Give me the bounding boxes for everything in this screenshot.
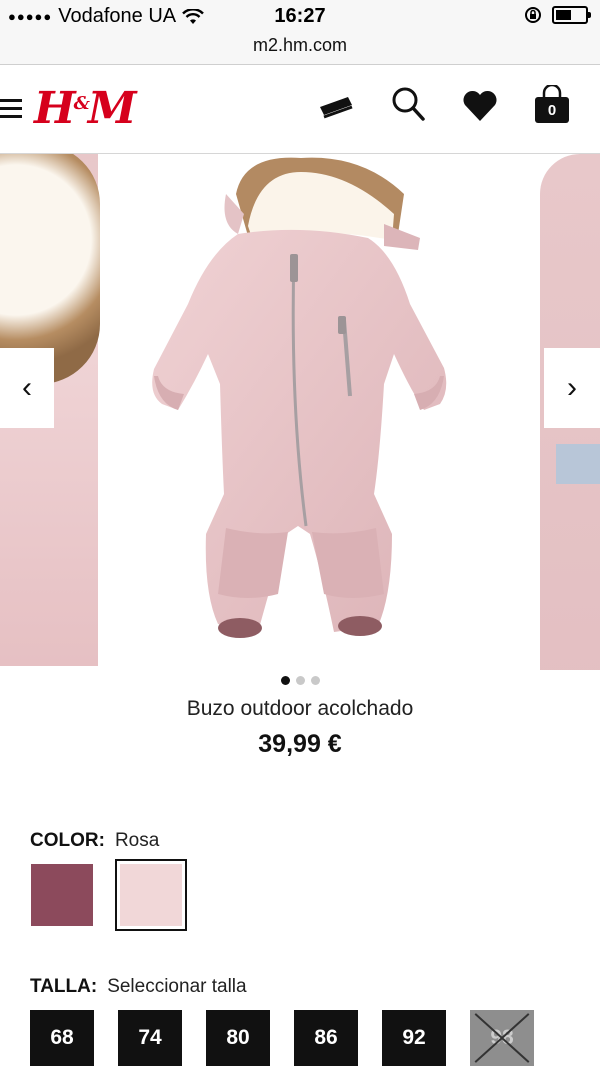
chevron-right-icon: ›: [567, 371, 577, 404]
selected-color: Rosa: [114, 830, 160, 851]
clock: 16:27: [274, 5, 326, 27]
battery-icon: [552, 6, 591, 24]
size-button-74[interactable]: 74: [118, 1010, 182, 1066]
status-bar: ●●●●● Vodafone UA 16:27: [0, 0, 600, 34]
size-button-68[interactable]: 68: [30, 1010, 94, 1066]
hm-logo[interactable]: H&M: [34, 83, 137, 134]
size-selector-text: Seleccionar talla: [107, 976, 247, 997]
size-button-92[interactable]: 92: [382, 1010, 446, 1066]
menu-icon[interactable]: [0, 99, 22, 123]
product-name: Buzo outdoor acolchado: [186, 697, 414, 720]
color-swatch-mauve[interactable]: [31, 864, 93, 926]
product-price: 39,99 €: [258, 730, 342, 758]
carousel-prev-button[interactable]: ‹: [0, 348, 54, 428]
chevron-left-icon: ‹: [22, 371, 32, 404]
search-icon[interactable]: [390, 85, 426, 125]
status-right: [524, 6, 591, 24]
size-button-86[interactable]: 86: [294, 1010, 358, 1066]
card-icon[interactable]: [318, 93, 356, 123]
pagination-dot[interactable]: [280, 676, 290, 685]
product-carousel[interactable]: ‹ ›: [0, 154, 600, 670]
size-button-80[interactable]: 80: [206, 1010, 270, 1066]
size-options: 68 74 80 86 92 98: [30, 1010, 534, 1066]
carousel-pagination: [0, 676, 600, 685]
color-label: COLOR:: [30, 830, 105, 851]
color-swatch-rosa[interactable]: [115, 859, 187, 931]
product-image: [152, 157, 447, 638]
address-bar[interactable]: m2.hm.com: [0, 34, 600, 64]
pagination-dot[interactable]: [310, 676, 320, 685]
color-label-row: COLOR: Rosa: [30, 830, 159, 852]
url-text: m2.hm.com: [252, 35, 348, 55]
bag-count: 0: [547, 102, 557, 119]
size-button-98-unavailable[interactable]: 98: [470, 1010, 534, 1066]
carousel-next-button[interactable]: ›: [544, 348, 600, 428]
rotation-lock-icon: [525, 7, 541, 23]
size-label: TALLA:: [30, 976, 98, 997]
heart-icon[interactable]: [462, 89, 498, 123]
site-header: H&M 0: [0, 65, 600, 154]
size-label-row: TALLA: Seleccionar talla: [30, 976, 247, 998]
pagination-dot[interactable]: [295, 676, 305, 685]
